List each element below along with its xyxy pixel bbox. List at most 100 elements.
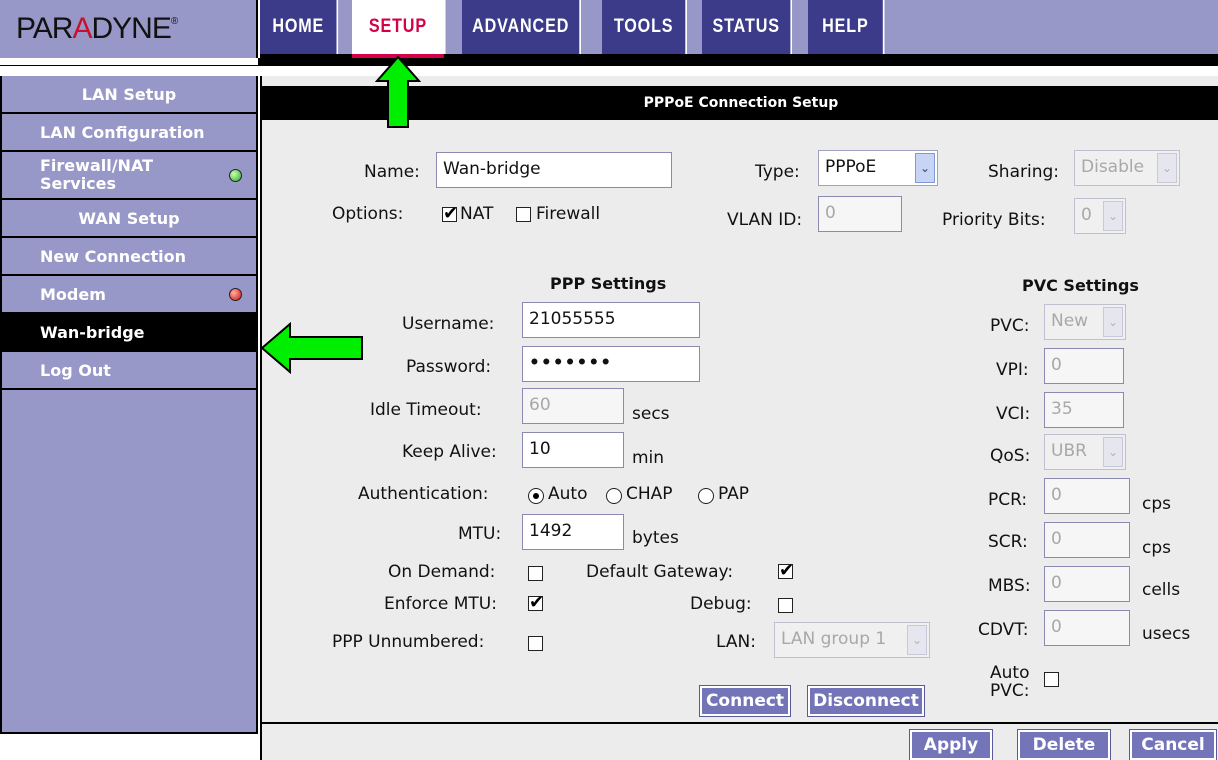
cdvt-label: CDVT: <box>978 620 1029 640</box>
sidebar-item-lan-configuration[interactable]: LAN Configuration <box>2 114 256 152</box>
enforce-mtu-checkbox[interactable]: ✔ <box>528 594 544 612</box>
type-label: Type: <box>755 162 800 182</box>
mbs-field[interactable]: 0 <box>1044 566 1130 602</box>
ppp-unnumbered-checkbox[interactable] <box>528 636 543 651</box>
cdvt-unit: usecs <box>1142 624 1191 644</box>
tab-help[interactable]: HELP <box>808 0 885 54</box>
sidebar-item-label: Modem <box>40 284 106 304</box>
auth-pap-label: PAP <box>718 484 750 504</box>
sidebar-header-lan-setup: LAN Setup <box>2 76 256 114</box>
chevron-down-icon: ⌄ <box>907 625 927 655</box>
vlan-id-field[interactable]: 0 <box>818 196 902 232</box>
disconnect-button[interactable]: Disconnect <box>807 685 925 717</box>
ppp-unnumbered-label: PPP Unnumbered: <box>332 632 485 652</box>
status-green-icon <box>229 168 242 182</box>
sharing-select[interactable]: Disable ⌄ <box>1074 150 1180 186</box>
keep-alive-unit: min <box>632 448 665 468</box>
type-select[interactable]: PPPoE ⌄ <box>818 150 938 186</box>
password-label: Password: <box>406 357 492 377</box>
password-field[interactable]: ••••••• <box>522 346 700 382</box>
tab-tools[interactable]: TOOLS <box>602 0 687 54</box>
pvc-select[interactable]: New ⌄ <box>1044 304 1126 340</box>
vpi-field[interactable]: 0 <box>1044 348 1124 384</box>
header-divider <box>0 58 1218 66</box>
pcr-field[interactable]: 0 <box>1044 478 1130 514</box>
username-field[interactable]: 21055555 <box>522 302 700 338</box>
paradyne-logo: PARADYNE® <box>16 12 178 45</box>
sidebar-header-label: WAN Setup <box>78 208 180 228</box>
priority-bits-select[interactable]: 0 ⌄ <box>1074 198 1126 234</box>
auto-pvc-label-line2: PVC: <box>990 681 1030 701</box>
nat-checkbox[interactable]: ✔ <box>442 205 458 223</box>
mtu-unit: bytes <box>632 528 679 548</box>
annotation-arrow-up-icon <box>375 55 421 128</box>
name-field[interactable]: Wan-bridge <box>436 152 672 188</box>
options-label: Options: <box>332 204 404 224</box>
vlan-id-label: VLAN ID: <box>727 210 803 230</box>
authentication-label: Authentication: <box>358 484 489 504</box>
sidebar-item-modem[interactable]: Modem <box>2 276 256 314</box>
top-nav: HOME SETUP ADVANCED TOOLS STATUS HELP <box>260 0 1218 58</box>
idle-timeout-unit: secs <box>632 404 670 424</box>
connect-button[interactable]: Connect <box>699 685 791 717</box>
tab-advanced[interactable]: ADVANCED <box>462 0 581 54</box>
sidebar-item-label: Wan-bridge <box>40 322 145 342</box>
auto-pvc-label: Auto PVC: <box>990 664 1029 700</box>
delete-button[interactable]: Delete <box>1017 729 1111 760</box>
on-demand-checkbox[interactable] <box>528 566 543 581</box>
lan-group-value: LAN group 1 <box>781 629 887 649</box>
pvc-select-value: New <box>1051 311 1089 331</box>
default-gateway-label: Default Gateway: <box>586 562 734 582</box>
lan-group-select[interactable]: LAN group 1 ⌄ <box>774 622 930 658</box>
auth-auto-radio[interactable] <box>528 488 544 504</box>
keep-alive-label: Keep Alive: <box>402 442 497 462</box>
idle-timeout-label: Idle Timeout: <box>370 400 482 420</box>
cancel-button[interactable]: Cancel <box>1129 729 1217 760</box>
sidebar-item-wan-bridge[interactable]: Wan-bridge <box>2 314 256 352</box>
nat-label: NAT <box>460 204 494 224</box>
sidebar-item-label: Firewall/NAT Services <box>40 156 153 193</box>
type-select-value: PPPoE <box>825 157 877 177</box>
header: PARADYNE® HOME SETUP ADVANCED TOOLS STAT… <box>0 0 1218 58</box>
main-panel: PPPoE Connection Setup Name: Wan-bridge … <box>260 76 1218 760</box>
enforce-mtu-label: Enforce MTU: <box>384 594 497 614</box>
action-bar: Apply Delete Cancel <box>262 722 1218 760</box>
auth-pap-radio[interactable] <box>698 488 714 504</box>
pvc-label: PVC: <box>990 316 1030 336</box>
chevron-down-icon: ⌄ <box>1157 153 1177 183</box>
pcr-label: PCR: <box>988 490 1028 510</box>
idle-timeout-field[interactable]: 60 <box>522 388 624 424</box>
mtu-field[interactable]: 1492 <box>522 514 624 550</box>
sidebar-header-wan-setup: WAN Setup <box>2 200 256 238</box>
scr-field[interactable]: 0 <box>1044 522 1130 558</box>
qos-select[interactable]: UBR ⌄ <box>1044 434 1126 470</box>
chevron-down-icon: ⌄ <box>1103 201 1123 231</box>
tab-home[interactable]: HOME <box>260 0 339 54</box>
vpi-label: VPI: <box>996 360 1029 380</box>
tab-setup[interactable]: SETUP <box>352 0 446 58</box>
chevron-down-icon: ⌄ <box>1103 307 1123 337</box>
tab-status[interactable]: STATUS <box>702 0 793 54</box>
default-gateway-checkbox[interactable]: ✔ <box>778 562 794 580</box>
apply-button[interactable]: Apply <box>909 729 993 760</box>
qos-select-value: UBR <box>1051 441 1087 461</box>
scr-unit: cps <box>1142 538 1171 558</box>
sidebar-header-label: LAN Setup <box>81 84 177 104</box>
keep-alive-field[interactable]: 10 <box>522 432 624 468</box>
sharing-label: Sharing: <box>988 162 1059 182</box>
sidebar-item-new-connection[interactable]: New Connection <box>2 238 256 276</box>
name-label: Name: <box>364 162 420 182</box>
annotation-arrow-left-icon <box>260 322 363 374</box>
firewall-checkbox[interactable] <box>516 207 531 222</box>
cdvt-field[interactable]: 0 <box>1044 610 1130 646</box>
auto-pvc-checkbox[interactable] <box>1044 672 1059 687</box>
auth-chap-radio[interactable] <box>606 488 622 504</box>
sidebar-item-firewall-nat[interactable]: Firewall/NAT Services <box>2 152 256 200</box>
debug-checkbox[interactable] <box>778 598 793 613</box>
status-red-icon <box>229 287 242 301</box>
sidebar-item-log-out[interactable]: Log Out <box>2 352 256 390</box>
pvc-settings-heading: PVC Settings <box>1022 276 1139 295</box>
mbs-unit: cells <box>1142 580 1181 600</box>
vci-field[interactable]: 35 <box>1044 392 1124 428</box>
sidebar-item-label: Log Out <box>40 360 111 380</box>
